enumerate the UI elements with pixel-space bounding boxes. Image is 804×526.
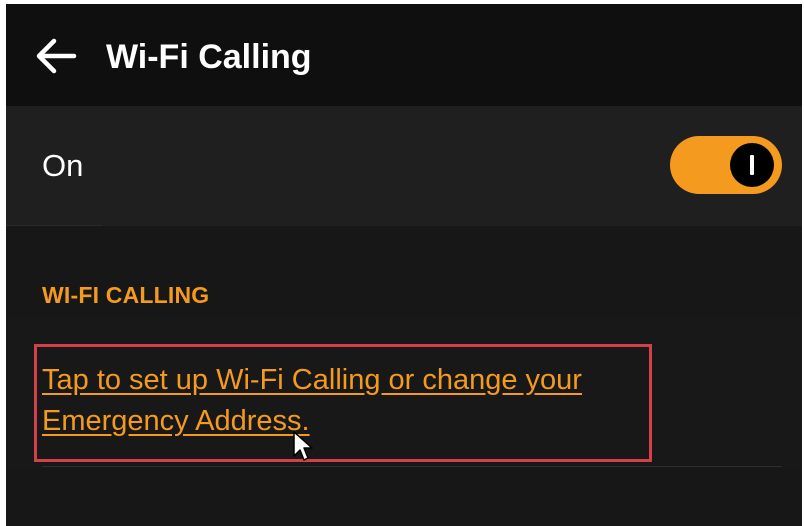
mouse-cursor-icon	[292, 430, 314, 462]
link-line-2[interactable]: Emergency Address.	[42, 401, 642, 442]
page-title: Wi-Fi Calling	[106, 38, 312, 76]
app-bar: Wi-Fi Calling	[6, 4, 802, 106]
list-divider	[42, 466, 782, 467]
setup-emergency-address-link[interactable]: Tap to set up Wi-Fi Calling or change yo…	[42, 360, 642, 442]
back-button[interactable]	[32, 36, 78, 76]
wifi-calling-toggle-row[interactable]: On	[6, 106, 802, 226]
toggle-label: On	[42, 148, 84, 183]
switch-knob	[730, 143, 774, 187]
link-line-1[interactable]: Tap to set up Wi-Fi Calling or change yo…	[42, 360, 642, 401]
section-header: WI-FI CALLING	[42, 282, 210, 308]
arrow-left-icon	[36, 38, 77, 74]
wifi-calling-screen: Wi-Fi Calling On WI-FI CALLING Tap to se…	[6, 4, 802, 526]
wifi-calling-switch[interactable]	[670, 136, 782, 194]
divider	[6, 225, 102, 226]
